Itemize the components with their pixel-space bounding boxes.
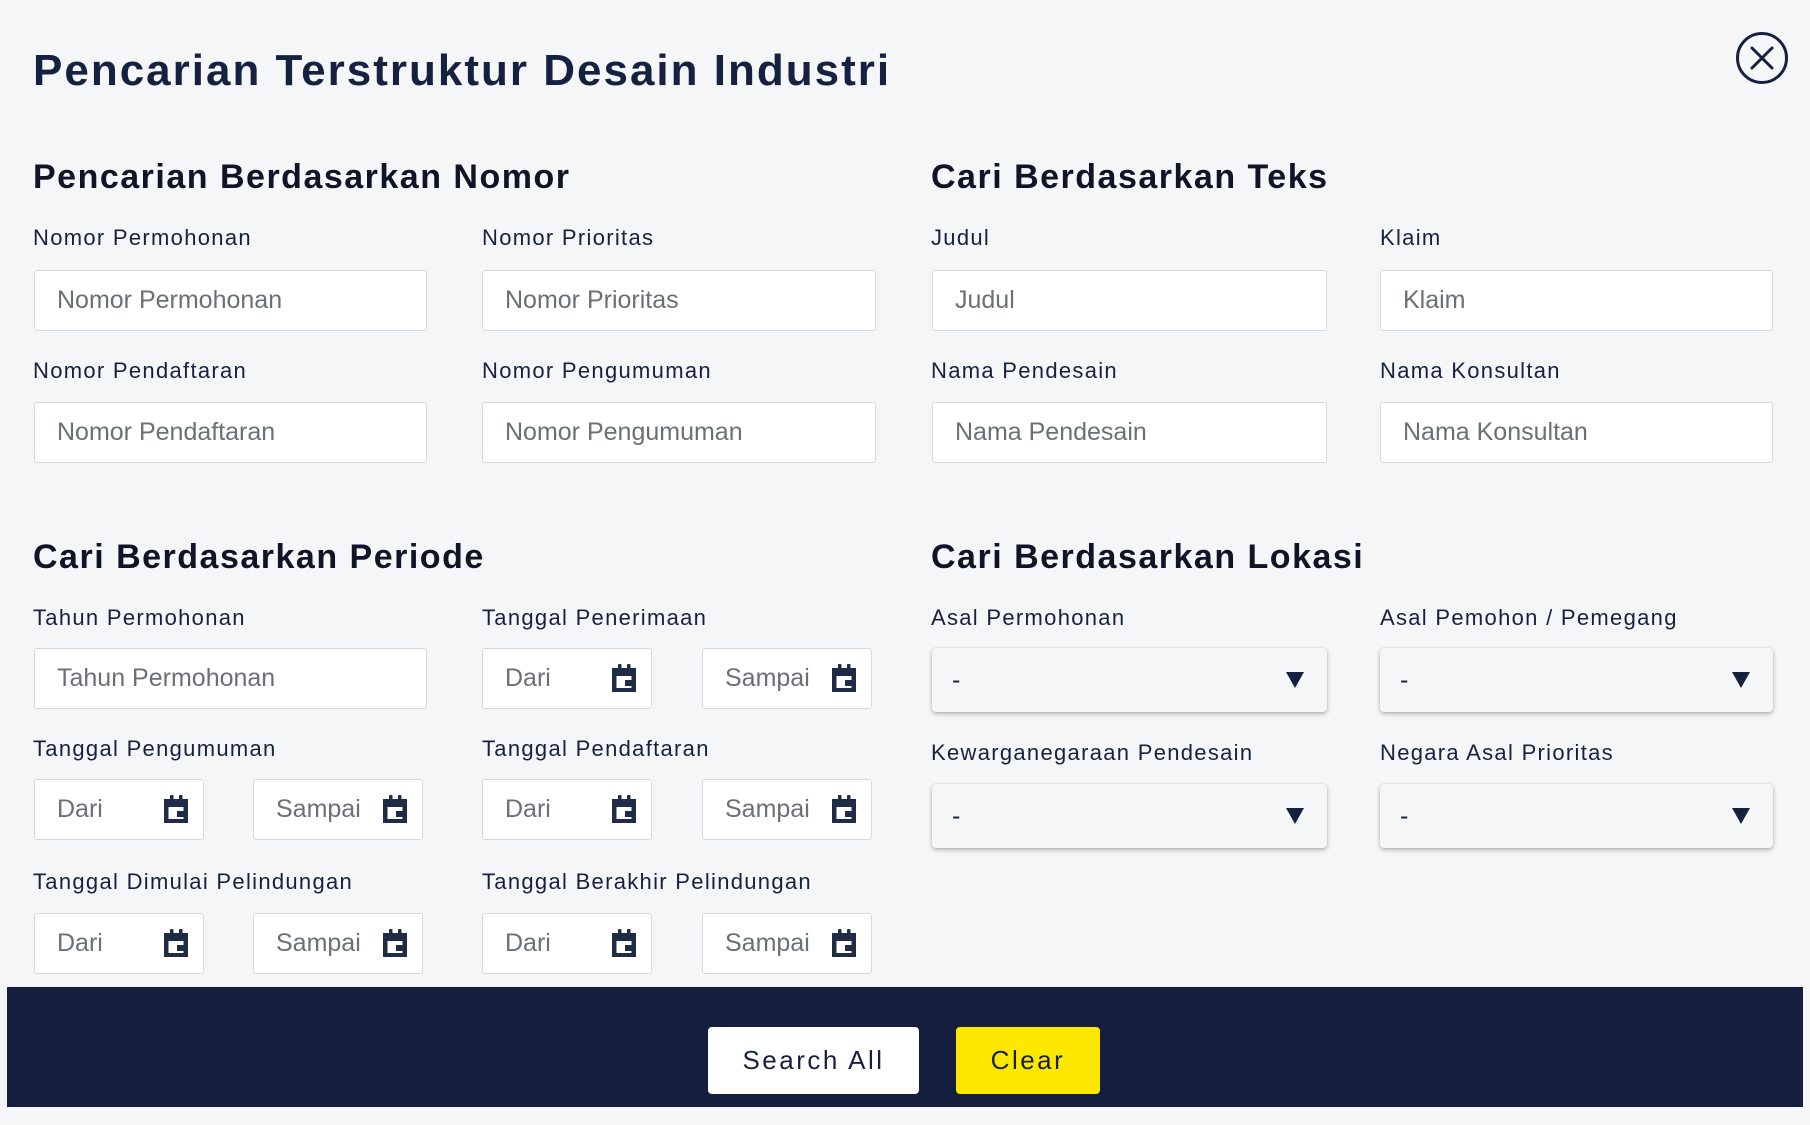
- label-nomor-prioritas: Nomor Prioritas: [482, 225, 655, 250]
- date-placeholder: Sampai: [725, 929, 810, 957]
- calendar-icon: [383, 928, 407, 957]
- asal-permohonan-select[interactable]: -: [932, 648, 1327, 712]
- calendar-icon: [164, 928, 188, 957]
- select-value: -: [1400, 801, 1409, 830]
- label-negara-prioritas: Negara Asal Prioritas: [1380, 740, 1614, 765]
- label-klaim: Klaim: [1380, 225, 1442, 250]
- section-title-periode: Cari Berdasarkan Periode: [33, 538, 485, 576]
- close-circle-icon: [1750, 46, 1774, 70]
- tanggal-penerimaan-dari[interactable]: Dari: [482, 648, 652, 709]
- caret-down-icon: [1286, 808, 1304, 824]
- nama-konsultan-input[interactable]: [1380, 402, 1773, 463]
- section-title-nomor: Pencarian Berdasarkan Nomor: [33, 158, 571, 196]
- label-nomor-pendaftaran: Nomor Pendaftaran: [33, 358, 248, 383]
- tanggal-pendaftaran-dari[interactable]: Dari: [482, 779, 652, 840]
- footer-bar: Search All Clear: [7, 987, 1803, 1107]
- calendar-icon: [832, 794, 856, 823]
- section-periode: Cari Berdasarkan Periode Tahun Permohona…: [33, 538, 883, 978]
- select-value: -: [952, 665, 961, 694]
- label-tanggal-penerimaan: Tanggal Penerimaan: [482, 605, 708, 630]
- nomor-pengumuman-input[interactable]: [482, 402, 876, 463]
- section-title-teks: Cari Berdasarkan Teks: [931, 158, 1329, 196]
- label-asal-permohonan: Asal Permohonan: [931, 605, 1126, 630]
- select-value: -: [1400, 665, 1409, 694]
- select-value: -: [952, 801, 961, 830]
- calendar-icon: [164, 794, 188, 823]
- tanggal-dimulai-dari[interactable]: Dari: [34, 913, 204, 974]
- tanggal-pendaftaran-sampai[interactable]: Sampai: [702, 779, 872, 840]
- label-tanggal-pendaftaran: Tanggal Pendaftaran: [482, 736, 710, 761]
- search-all-button[interactable]: Search All: [708, 1027, 919, 1094]
- date-placeholder: Dari: [505, 664, 551, 692]
- label-nomor-pengumuman: Nomor Pengumuman: [482, 358, 712, 383]
- tanggal-berakhir-sampai[interactable]: Sampai: [702, 913, 872, 974]
- caret-down-icon: [1732, 808, 1750, 824]
- label-tanggal-pengumuman: Tanggal Pengumuman: [33, 736, 277, 761]
- calendar-icon: [612, 928, 636, 957]
- tanggal-pengumuman-sampai[interactable]: Sampai: [253, 779, 423, 840]
- calendar-icon: [832, 663, 856, 692]
- tanggal-berakhir-dari[interactable]: Dari: [482, 913, 652, 974]
- label-nama-pendesain: Nama Pendesain: [931, 358, 1118, 383]
- klaim-input[interactable]: [1380, 270, 1773, 331]
- label-nomor-permohonan: Nomor Permohonan: [33, 225, 252, 250]
- calendar-icon: [612, 663, 636, 692]
- section-title-lokasi: Cari Berdasarkan Lokasi: [931, 538, 1365, 576]
- nomor-pendaftaran-input[interactable]: [34, 402, 427, 463]
- date-placeholder: Dari: [57, 795, 103, 823]
- label-tanggal-dimulai: Tanggal Dimulai Pelindungan: [33, 869, 354, 894]
- negara-prioritas-select[interactable]: -: [1380, 784, 1773, 848]
- label-tanggal-berakhir: Tanggal Berakhir Pelindungan: [482, 869, 812, 894]
- judul-input[interactable]: [932, 270, 1327, 331]
- caret-down-icon: [1286, 672, 1304, 688]
- clear-button[interactable]: Clear: [956, 1027, 1100, 1094]
- nomor-permohonan-input[interactable]: [34, 270, 427, 331]
- kewarganegaraan-select[interactable]: -: [932, 784, 1327, 848]
- page-title: Pencarian Terstruktur Desain Industri: [33, 46, 892, 95]
- calendar-icon: [832, 928, 856, 957]
- date-placeholder: Dari: [505, 795, 551, 823]
- date-placeholder: Sampai: [725, 795, 810, 823]
- close-button[interactable]: [1736, 32, 1788, 84]
- tanggal-penerimaan-sampai[interactable]: Sampai: [702, 648, 872, 709]
- calendar-icon: [612, 794, 636, 823]
- date-placeholder: Dari: [505, 929, 551, 957]
- date-placeholder: Dari: [57, 929, 103, 957]
- date-placeholder: Sampai: [276, 929, 361, 957]
- caret-down-icon: [1732, 672, 1750, 688]
- tanggal-pengumuman-dari[interactable]: Dari: [34, 779, 204, 840]
- calendar-icon: [383, 794, 407, 823]
- nomor-prioritas-input[interactable]: [482, 270, 876, 331]
- section-nomor: Pencarian Berdasarkan Nomor Nomor Permoh…: [33, 158, 883, 468]
- tahun-permohonan-input[interactable]: [34, 648, 427, 709]
- label-nama-konsultan: Nama Konsultan: [1380, 358, 1561, 383]
- section-teks: Cari Berdasarkan Teks Judul Klaim Nama P…: [931, 158, 1781, 468]
- label-judul: Judul: [931, 225, 991, 250]
- asal-pemohon-select[interactable]: -: [1380, 648, 1773, 712]
- nama-pendesain-input[interactable]: [932, 402, 1327, 463]
- section-lokasi: Cari Berdasarkan Lokasi Asal Permohonan …: [931, 538, 1781, 858]
- label-asal-pemohon: Asal Pemohon / Pemegang: [1380, 605, 1678, 630]
- tanggal-dimulai-sampai[interactable]: Sampai: [253, 913, 423, 974]
- label-tahun-permohonan: Tahun Permohonan: [33, 605, 246, 630]
- date-placeholder: Sampai: [276, 795, 361, 823]
- date-placeholder: Sampai: [725, 664, 810, 692]
- label-kewarganegaraan: Kewarganegaraan Pendesain: [931, 740, 1254, 765]
